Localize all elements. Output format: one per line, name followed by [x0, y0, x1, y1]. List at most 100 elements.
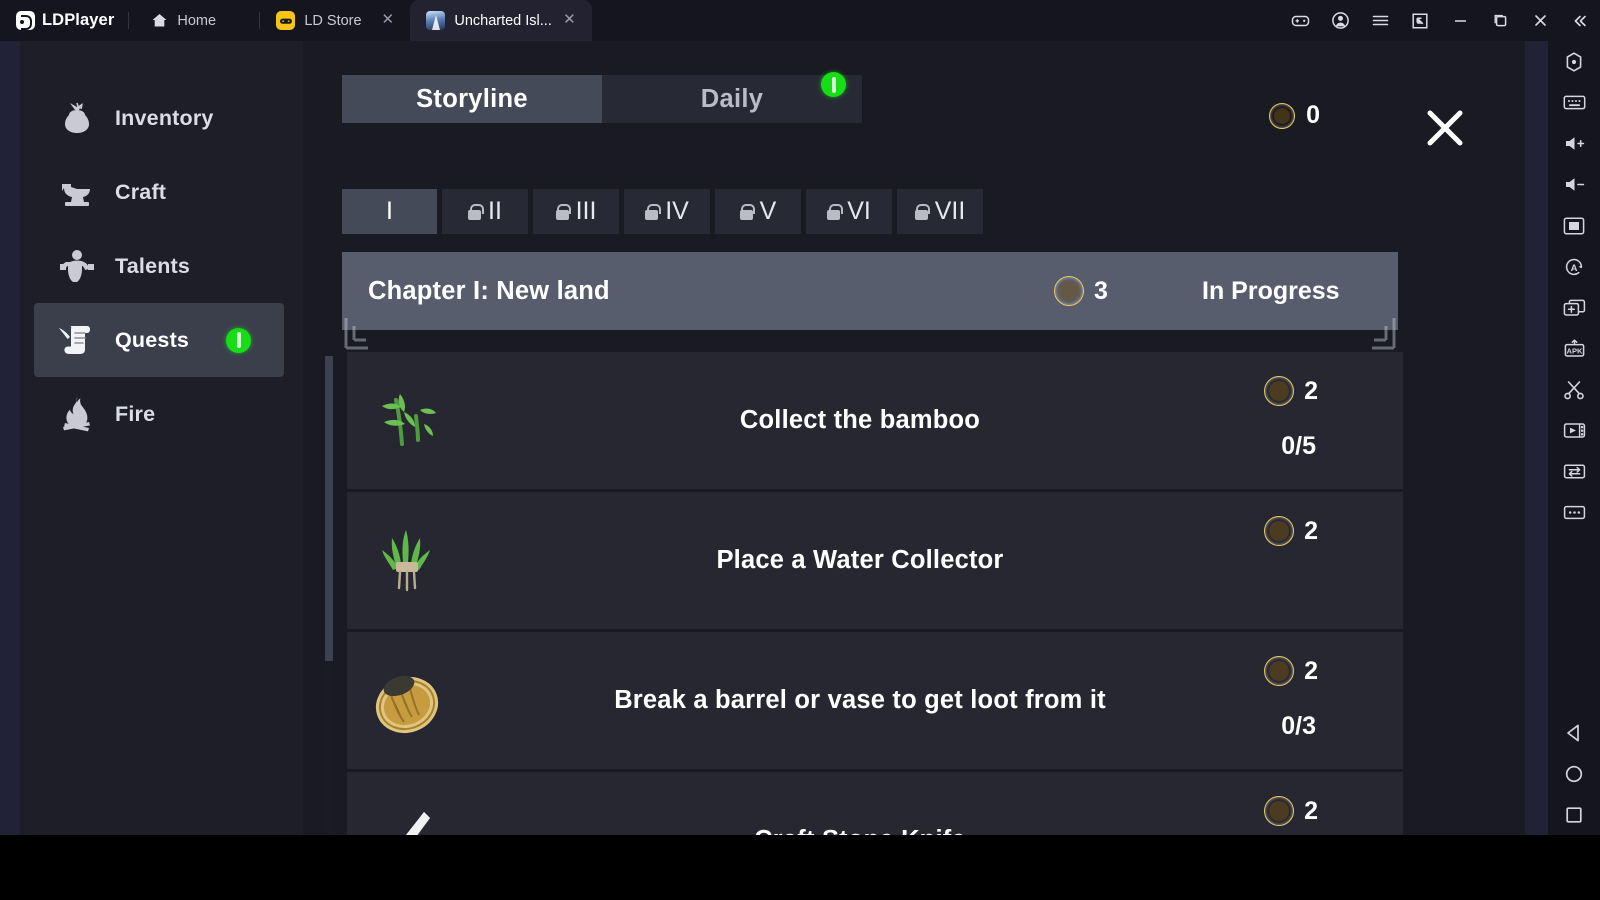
titlebar: LDPlayer Home LD Store ✕ Uncharted Isl..… [0, 0, 1600, 41]
close-icon[interactable]: ✕ [561, 12, 578, 29]
tab-storyline-label: Storyline [416, 84, 528, 113]
account-icon[interactable] [1320, 0, 1360, 41]
more-options-icon[interactable] [1548, 492, 1600, 533]
quests-scroll-icon [56, 319, 98, 361]
quest-row[interactable]: Break a barrel or vase to get loot from … [347, 632, 1403, 772]
window-buttons [1280, 0, 1600, 41]
brand: LDPlayer [0, 0, 128, 41]
sidebar-item-fire[interactable]: Fire [34, 377, 284, 451]
lock-icon [645, 203, 661, 220]
chapter-tab-7[interactable]: VII [897, 189, 983, 234]
chapter-title: Chapter I: New land [368, 276, 610, 305]
close-panel-button[interactable] [1420, 103, 1470, 153]
tab-home[interactable]: Home [129, 0, 259, 41]
quest-list: Collect the bamboo 2 0/5 Place a Water C… [347, 352, 1403, 835]
collapse-sidebar-icon[interactable] [1560, 0, 1600, 41]
quest-row[interactable]: Collect the bamboo 2 0/5 [347, 352, 1403, 492]
gold-coin-icon [1269, 102, 1296, 129]
fire-campfire-icon [56, 393, 98, 435]
quest-row[interactable]: Place a Water Collector 2 [347, 492, 1403, 632]
gold-coin-icon [1264, 656, 1295, 686]
chapter-tab-label: V [759, 197, 777, 225]
chapter-tab-label: III [575, 197, 597, 225]
maximize-button[interactable] [1480, 0, 1520, 41]
lock-icon [914, 203, 931, 220]
quest-row[interactable]: Craft Stone Knife 2 [347, 772, 1403, 835]
quest-reward-value: 2 [1304, 656, 1318, 685]
android-recents-icon[interactable] [1548, 794, 1600, 835]
quest-reward-value: 2 [1304, 796, 1318, 825]
tab-daily-label: Daily [700, 84, 764, 113]
app-root: LDPlayer Home LD Store ✕ Uncharted Isl..… [0, 0, 1600, 900]
gold-coin-icon [1264, 376, 1295, 406]
close-icon[interactable]: ✕ [379, 12, 396, 29]
sidebar-item-quests[interactable]: Quests [34, 303, 284, 377]
lock-icon [555, 203, 572, 220]
quest-progress: 0/5 [1281, 432, 1316, 460]
new-window-icon[interactable] [1400, 0, 1440, 41]
craft-anvil-icon [56, 171, 98, 213]
gold-coin-icon [1264, 796, 1295, 826]
chapter-status: In Progress [1202, 276, 1340, 305]
quest-reward: 2 [1264, 796, 1318, 826]
quest-meta: 2 [1188, 772, 1318, 835]
scissors-cut-icon[interactable] [1548, 369, 1600, 410]
quest-reward: 2 [1264, 516, 1318, 546]
quest-progress: 0/3 [1281, 712, 1316, 740]
tab-ld-store[interactable]: LD Store ✕ [260, 0, 410, 41]
android-back-icon[interactable] [1548, 712, 1600, 753]
android-home-icon[interactable] [1548, 753, 1600, 794]
sidebar-item-label: Fire [115, 401, 156, 426]
tab-uncharted-island[interactable]: Uncharted Isl... ✕ [410, 0, 592, 41]
brand-name: LDPlayer [42, 11, 115, 29]
volume-up-icon[interactable] [1548, 123, 1600, 164]
menu-icon[interactable] [1360, 0, 1400, 41]
chapter-tab-label: VII [934, 197, 966, 225]
tabstrip: Home LD Store ✕ Uncharted Isl... ✕ [129, 0, 592, 41]
quest-type-tabs: Storyline Daily [342, 72, 862, 123]
minimize-button[interactable] [1440, 0, 1480, 41]
stone-knife-icon [347, 802, 467, 835]
svg-text:A: A [1571, 263, 1578, 274]
auto-rotate-icon[interactable]: A [1548, 246, 1600, 287]
chapter-header: Chapter I: New land 3 In Progress [342, 252, 1398, 350]
close-button[interactable] [1520, 0, 1560, 41]
chapter-tab-2[interactable]: II [442, 189, 528, 234]
lock-icon [468, 203, 484, 220]
inventory-bag-icon [56, 97, 98, 139]
install-apk-icon[interactable]: APK [1548, 328, 1600, 369]
gold-coin-icon [1264, 516, 1295, 546]
bottom-bar [0, 835, 1600, 900]
ldplayer-logo-icon [16, 11, 35, 30]
svg-text:APK: APK [1566, 346, 1583, 355]
tab-storyline[interactable]: Storyline [342, 75, 602, 123]
talents-muscle-icon [56, 245, 98, 287]
sidebar-item-inventory[interactable]: Inventory [34, 81, 284, 155]
chapter-tab-6[interactable]: VI [806, 189, 892, 234]
lock-icon [739, 203, 756, 220]
keyboard-mapping-icon[interactable] [1548, 82, 1600, 123]
file-transfer-icon[interactable] [1548, 451, 1600, 492]
emulator-viewport: Inventory Craft Talents Quests Fire Stor… [0, 41, 1525, 835]
chapter-tabs: I II III IV V VI VII [342, 189, 983, 234]
tab-ld-store-label: LD Store [304, 12, 362, 29]
scrollbar-thumb[interactable] [325, 356, 333, 661]
gamepad-controls-icon[interactable] [1280, 0, 1320, 41]
volume-down-icon[interactable] [1548, 164, 1600, 205]
chapter-tab-4[interactable]: IV [624, 189, 710, 234]
quest-list-scrollbar[interactable] [325, 356, 333, 835]
screen-recorder-icon[interactable] [1548, 410, 1600, 451]
multi-instance-icon[interactable] [1548, 287, 1600, 328]
quests-notification-badge [226, 327, 252, 353]
chapter-tab-5[interactable]: V [715, 189, 801, 234]
corner-ornament [1360, 316, 1396, 350]
chapter-tab-3[interactable]: III [533, 189, 619, 234]
fullscreen-icon[interactable] [1548, 205, 1600, 246]
sidebar-item-label: Craft [115, 179, 167, 204]
chapter-tab-label: IV [665, 197, 689, 225]
chapter-tab-1[interactable]: I [342, 189, 437, 234]
quests-panel: Storyline Daily 0 I II III IV V VI VII C… [303, 41, 1525, 835]
sidebar-item-talents[interactable]: Talents [34, 229, 284, 303]
sidebar-item-craft[interactable]: Craft [34, 155, 284, 229]
settings-gear-icon[interactable] [1548, 41, 1600, 82]
